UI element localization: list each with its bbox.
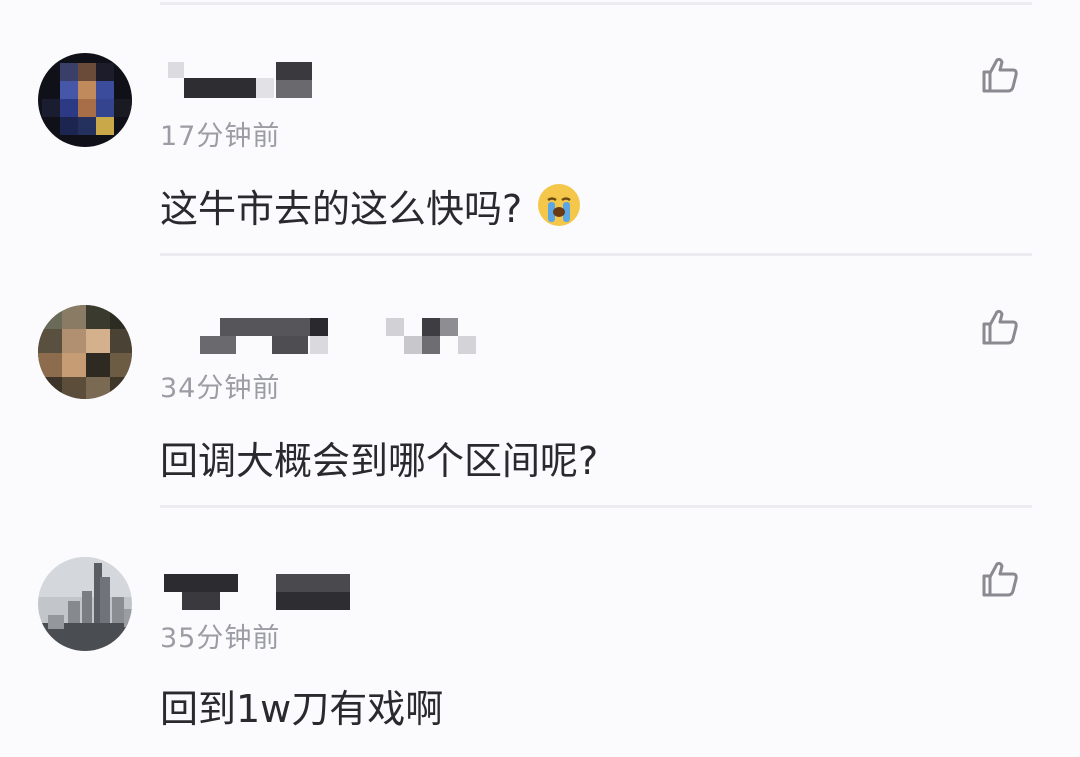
comment-text-content: 回调大概会到哪个区间呢? [160, 438, 599, 483]
avatar-image [38, 53, 132, 147]
avatar[interactable] [38, 53, 132, 147]
comment-timestamp: 17分钟前 [160, 121, 281, 152]
crying-emoji-icon [538, 184, 581, 226]
avatar-image [38, 557, 132, 651]
comment-text: 回到1w刀有戏啊 [160, 680, 444, 731]
avatar[interactable] [38, 557, 132, 651]
username-redacted[interactable] [160, 572, 360, 616]
comment-text: 回调大概会到哪个区间呢? [160, 432, 599, 483]
like-icon[interactable] [980, 55, 1020, 95]
comment-item: 17分钟前 这牛市去的这么快吗? [0, 0, 1080, 252]
comment-item: 35分钟前 回到1w刀有戏啊 [0, 504, 1080, 756]
avatar-image [38, 305, 132, 399]
comment-timestamp: 34分钟前 [160, 373, 281, 404]
comment-text-content: 这牛市去的这么快吗? [160, 186, 523, 231]
like-icon[interactable] [980, 307, 1020, 347]
like-icon[interactable] [980, 559, 1020, 599]
comment-text: 这牛市去的这么快吗? [160, 180, 582, 231]
username-redacted[interactable] [160, 58, 320, 102]
username-redacted[interactable] [160, 314, 480, 358]
comment-item: 34分钟前 回调大概会到哪个区间呢? [0, 252, 1080, 504]
comment-text-content: 回到1w刀有戏啊 [160, 686, 444, 731]
comment-timestamp: 35分钟前 [160, 623, 281, 654]
avatar[interactable] [38, 305, 132, 399]
